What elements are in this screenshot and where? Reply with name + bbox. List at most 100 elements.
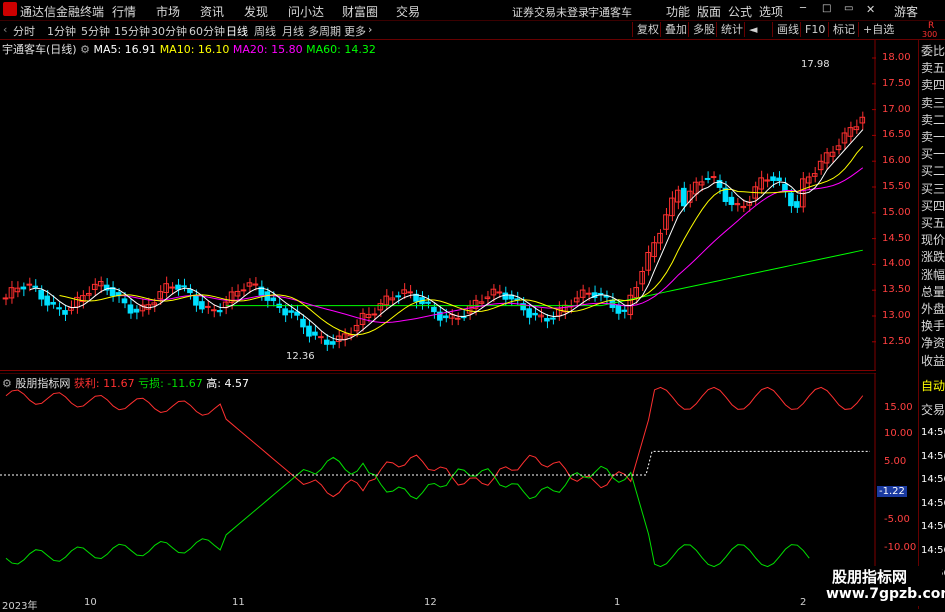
- add-watchlist-button[interactable]: +自选: [858, 22, 898, 37]
- tab-monthly[interactable]: 月线: [282, 23, 304, 39]
- candle-body: [544, 317, 550, 322]
- quote-field-label: 卖一: [921, 130, 945, 144]
- indicator-tick: 15.00: [884, 402, 913, 413]
- indicator-chart[interactable]: [0, 373, 876, 595]
- candle-body: [187, 289, 193, 294]
- candle-body: [133, 308, 140, 313]
- fuquan-button[interactable]: 复权: [632, 22, 663, 37]
- candle-body: [425, 301, 431, 304]
- menu-item-zixun[interactable]: 资讯: [200, 3, 224, 20]
- current-value-badge: -1.22: [877, 486, 907, 497]
- date-axis: 2023年 10 11 12 1 2: [0, 597, 876, 612]
- huaxian-button[interactable]: 画线: [772, 22, 803, 37]
- candle-body: [770, 176, 776, 181]
- candle-body: [199, 301, 205, 310]
- menu-item-wenxiaoda[interactable]: 问小达: [288, 3, 324, 20]
- candle-body: [127, 304, 134, 314]
- quote-field-label: 卖五: [921, 61, 945, 76]
- menu-stock-name: 宇通客车: [588, 6, 632, 19]
- tab-more[interactable]: 更多: [344, 23, 366, 39]
- candle-body: [175, 284, 181, 290]
- indicator-settings-icon[interactable]: ⚙: [2, 377, 12, 390]
- quote-field-label: 涨跌: [921, 250, 945, 265]
- date-label: 1: [614, 597, 621, 608]
- tongji-button[interactable]: 统计: [716, 22, 747, 37]
- minimize-button[interactable]: ─: [800, 3, 806, 14]
- menu-item-shichang[interactable]: 市场: [156, 3, 180, 20]
- candle-body: [44, 295, 50, 306]
- tab-multi-period[interactable]: 多周期: [308, 23, 341, 39]
- tab-15min[interactable]: 15分钟: [114, 23, 150, 39]
- f10-button[interactable]: F10: [800, 22, 829, 37]
- tab-60min[interactable]: 60分钟: [189, 23, 225, 39]
- tab-30min[interactable]: 30分钟: [151, 23, 187, 39]
- menu-item-faxian[interactable]: 发现: [244, 3, 268, 20]
- guest-label[interactable]: 游客: [894, 3, 918, 20]
- quote-field-label: 换手: [921, 319, 945, 334]
- quote-field-label: 卖二: [921, 112, 945, 127]
- indicator-name: 股朋指标网: [15, 377, 71, 390]
- period-tab-bar: ‹ 分时 1分钟 5分钟 15分钟 30分钟 60分钟 日线 周线 月线 多周期…: [0, 21, 945, 40]
- menu-item-gongshi[interactable]: 公式: [728, 3, 752, 20]
- biaoji-button[interactable]: 标记: [828, 22, 859, 37]
- candle-body: [282, 308, 288, 316]
- candle-body: [669, 197, 675, 217]
- ma10-line: [59, 145, 864, 336]
- high-label: 高: 4.57: [206, 377, 249, 390]
- candle-body: [270, 297, 277, 302]
- menu-item-hangqing[interactable]: 行情: [112, 3, 136, 20]
- candlestick-chart[interactable]: [0, 40, 876, 371]
- quote-field-label: 14:56: [921, 450, 945, 462]
- ma20-line: [119, 167, 864, 324]
- maximize-button[interactable]: ▭: [844, 3, 853, 14]
- candle-body: [62, 310, 68, 315]
- tab-arrow-icon[interactable]: ‹: [3, 23, 7, 36]
- quote-field-label: 14:56: [921, 544, 945, 556]
- menu-item-jiaoyi[interactable]: 交易: [396, 3, 420, 20]
- diejia-button[interactable]: 叠加: [660, 22, 691, 37]
- candle-body: [300, 318, 306, 328]
- candle-body: [240, 289, 247, 292]
- close-button[interactable]: ✕: [866, 3, 875, 16]
- trade-login-warning[interactable]: 证券交易未登录: [512, 4, 589, 20]
- profit-label: 获利: 11.67: [73, 377, 135, 390]
- chevron-right-icon[interactable]: ›: [368, 23, 372, 36]
- left-arrow-icon[interactable]: ◄: [744, 22, 761, 37]
- candle-body: [288, 310, 294, 313]
- quote-panel: 委比 卖五 卖四 卖三 卖二 卖一 买一 买二 买三 买四 买五 现价 涨跌 涨幅 总量 外盘 换手 净资 收益 自动…: [918, 40, 945, 609]
- candle-body: [710, 176, 717, 179]
- duogu-button[interactable]: 多股: [688, 22, 719, 37]
- candle-body: [550, 317, 556, 320]
- menu-item-caifuquan[interactable]: 财富圈: [342, 3, 378, 20]
- corner-num: 300: [922, 30, 938, 39]
- profit-line: [5, 386, 864, 498]
- tab-weekly[interactable]: 周线: [254, 23, 276, 39]
- tab-fenshi[interactable]: 分时: [13, 23, 35, 39]
- candle-body: [454, 317, 461, 320]
- main-legend: 宇通客车(日线) ⚙ MA5: 16.91 MA10: 16.10 MA20: …: [2, 41, 376, 57]
- menu-item-gongneng[interactable]: 功能: [666, 3, 690, 20]
- tab-1min[interactable]: 1分钟: [47, 23, 76, 39]
- candle-body: [324, 339, 330, 345]
- candle-body: [579, 289, 586, 298]
- quote-field-label: 净资: [921, 336, 945, 351]
- tab-5min[interactable]: 5分钟: [81, 23, 110, 39]
- date-label: 2023年: [2, 601, 38, 612]
- indicator-tick: 5.00: [884, 456, 907, 467]
- date-label: 12: [424, 597, 437, 608]
- menu-item-banmian[interactable]: 版面: [697, 3, 721, 20]
- restore-button[interactable]: □: [822, 3, 831, 14]
- menu-item-xuanxiang[interactable]: 选项: [759, 3, 783, 20]
- price-tick: 12.50: [882, 335, 911, 347]
- quote-field-label: 自动: [921, 379, 945, 393]
- quote-field-label: 现价: [921, 233, 945, 248]
- quote-field-label: 买三: [921, 181, 945, 196]
- candle-body: [407, 291, 413, 294]
- app-title: 通达信金融终端: [20, 5, 105, 19]
- candle-body: [169, 286, 175, 289]
- candle-body: [210, 309, 217, 312]
- date-label: 11: [232, 597, 245, 608]
- settings-icon[interactable]: ⚙: [80, 43, 90, 56]
- tab-daily[interactable]: 日线: [226, 23, 248, 39]
- candle-body: [728, 196, 735, 205]
